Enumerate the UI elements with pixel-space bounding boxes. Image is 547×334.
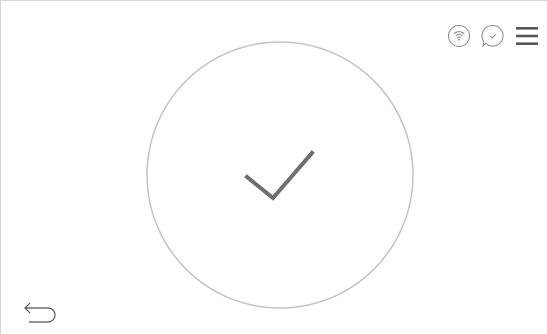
confirmation-circle: [146, 41, 414, 309]
checkmark-icon: [244, 150, 315, 201]
status-bar: [447, 23, 539, 49]
confirmation-screen: [0, 0, 547, 334]
wifi-icon: [448, 25, 470, 47]
back-arrow-icon[interactable]: [22, 301, 58, 329]
hamburger-menu-icon[interactable]: [515, 24, 539, 48]
chat-confirm-icon[interactable]: [481, 24, 505, 48]
